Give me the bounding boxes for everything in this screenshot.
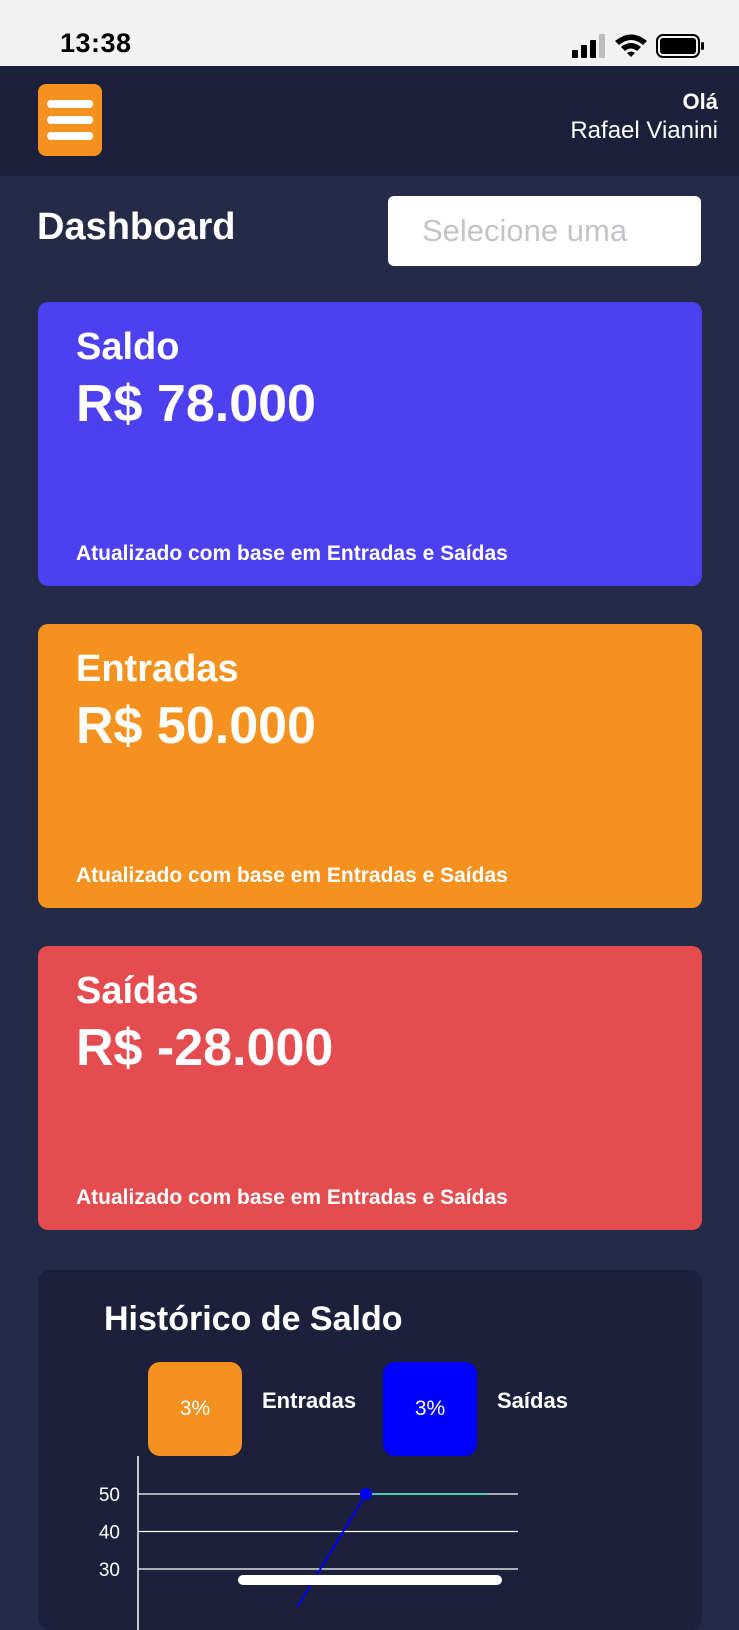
hamburger-menu-icon[interactable] bbox=[38, 84, 102, 156]
card-footer: Atualizado com base em Entradas e Saídas bbox=[76, 864, 508, 887]
chart-y-tick-label: 30 bbox=[99, 1560, 120, 1581]
card-title: Entradas bbox=[76, 648, 239, 690]
card-value: R$ -28.000 bbox=[76, 1019, 334, 1077]
user-name: Rafael Vianini bbox=[570, 117, 718, 144]
chart-series-line bbox=[296, 1493, 367, 1608]
card-value: R$ 78.000 bbox=[76, 375, 316, 433]
home-indicator bbox=[238, 1575, 502, 1585]
status-time: 13:38 bbox=[60, 28, 132, 58]
chart-point bbox=[360, 1488, 372, 1500]
chart-y-tick-label: 40 bbox=[99, 1523, 120, 1544]
battery-icon bbox=[656, 34, 704, 58]
app-header: Olá Rafael Vianini bbox=[0, 66, 739, 176]
chart-y-tick-label: 50 bbox=[99, 1485, 120, 1506]
page-title: Dashboard bbox=[37, 206, 236, 248]
card-footer: Atualizado com base em Entradas e Saídas bbox=[76, 542, 508, 565]
balance-card: Saldo R$ 78.000 Atualizado com base em E… bbox=[38, 302, 702, 586]
user-greeting: Olá Rafael Vianini bbox=[570, 88, 718, 146]
income-card: Entradas R$ 50.000 Atualizado com base e… bbox=[38, 624, 702, 908]
status-bar: 13:38 bbox=[0, 0, 739, 66]
card-title: Saídas bbox=[76, 970, 199, 1012]
month-select[interactable] bbox=[388, 196, 701, 266]
card-value: R$ 50.000 bbox=[76, 697, 316, 755]
wifi-icon bbox=[615, 34, 647, 57]
card-footer: Atualizado com base em Entradas e Saídas bbox=[76, 1186, 508, 1209]
card-title: Saldo bbox=[76, 326, 180, 368]
expense-card: Saídas R$ -28.000 Atualizado com base em… bbox=[38, 946, 702, 1230]
signal-icon bbox=[572, 34, 605, 58]
greeting-text: Olá bbox=[682, 89, 718, 114]
